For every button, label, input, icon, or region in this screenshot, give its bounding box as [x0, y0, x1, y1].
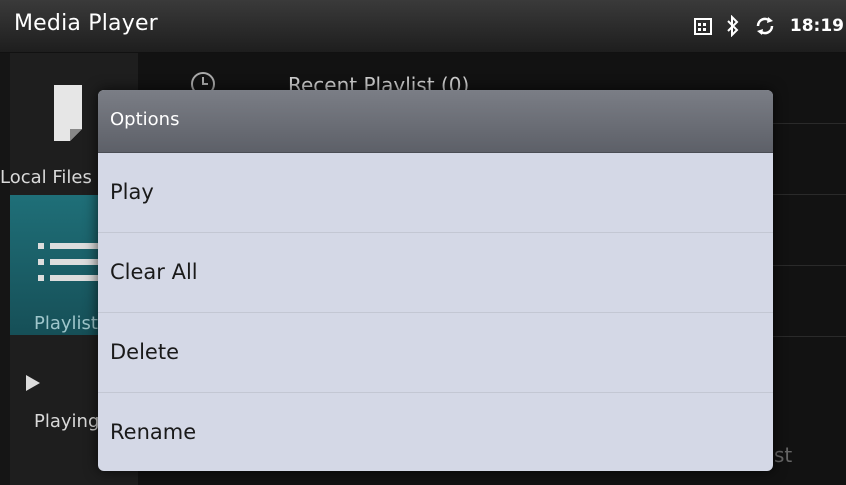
option-label: Clear All [110, 260, 198, 284]
option-delete[interactable]: Delete [98, 313, 773, 393]
option-label: Play [110, 180, 154, 204]
status-icons: 18:19 [693, 0, 846, 52]
option-clear-all[interactable]: Clear All [98, 233, 773, 313]
option-label: Delete [110, 340, 179, 364]
file-icon [54, 85, 82, 141]
sync-icon [754, 15, 776, 37]
dialog-header: Options [98, 90, 773, 153]
list-icon [38, 243, 98, 281]
option-play[interactable]: Play [98, 153, 773, 233]
option-label: Rename [110, 420, 197, 444]
option-rename[interactable]: Rename [98, 393, 773, 471]
app-title: Media Player [14, 11, 158, 36]
list-item-label: st [774, 443, 793, 467]
status-clock: 18:19 [789, 16, 844, 36]
bluetooth-icon [726, 15, 740, 37]
title-bar: Media Player 18:19 [0, 0, 846, 53]
options-dialog: Options Play Clear All Delete Rename [98, 90, 773, 471]
play-icon [26, 375, 40, 391]
calendar-icon [693, 17, 712, 35]
dialog-title: Options [110, 109, 180, 130]
